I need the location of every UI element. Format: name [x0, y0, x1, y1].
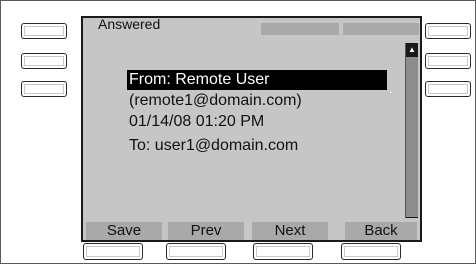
title-bar: Answered: [83, 18, 420, 35]
softkey-hardware-button-4[interactable]: [341, 243, 401, 260]
scroll-up-icon[interactable]: ▲: [406, 43, 418, 57]
title-bar-segment-1: [261, 23, 339, 35]
softkey-bar: Save Prev Next Back: [83, 218, 420, 240]
right-line-key-1[interactable]: [425, 23, 471, 39]
softkey-hardware-button-2[interactable]: [166, 243, 226, 260]
left-line-key-2[interactable]: [21, 53, 67, 69]
screen-title: Answered: [98, 16, 161, 32]
left-line-key-3[interactable]: [21, 81, 67, 97]
phone-frame: Answered From: Remote User . (remote1@do…: [0, 0, 476, 264]
left-line-key-1[interactable]: [21, 23, 67, 39]
phone-display: Answered From: Remote User . (remote1@do…: [81, 16, 422, 242]
title-bar-segment-2: [343, 23, 419, 35]
softkey-next[interactable]: Next: [252, 222, 328, 240]
selected-from-line[interactable]: From: Remote User: [127, 70, 387, 90]
recipient: To: user1@domain.com: [129, 137, 299, 154]
softkey-hardware-button-1[interactable]: [83, 243, 143, 260]
message-datetime: 01/14/08 01:20 PM: [129, 113, 265, 130]
from-line-suffix: .: [389, 82, 393, 96]
softkey-hardware-button-3[interactable]: [253, 243, 313, 260]
right-line-key-3[interactable]: [425, 81, 471, 97]
from-text: From: Remote User: [129, 71, 270, 88]
sender-email: (remote1@domain.com): [129, 92, 302, 109]
softkey-save[interactable]: Save: [86, 222, 162, 240]
softkey-back[interactable]: Back: [345, 222, 417, 240]
right-line-key-2[interactable]: [425, 53, 471, 69]
softkey-prev[interactable]: Prev: [168, 222, 244, 240]
scrollbar[interactable]: ▲ ▼: [405, 43, 418, 231]
message-area: From: Remote User . (remote1@domain.com)…: [83, 35, 405, 221]
